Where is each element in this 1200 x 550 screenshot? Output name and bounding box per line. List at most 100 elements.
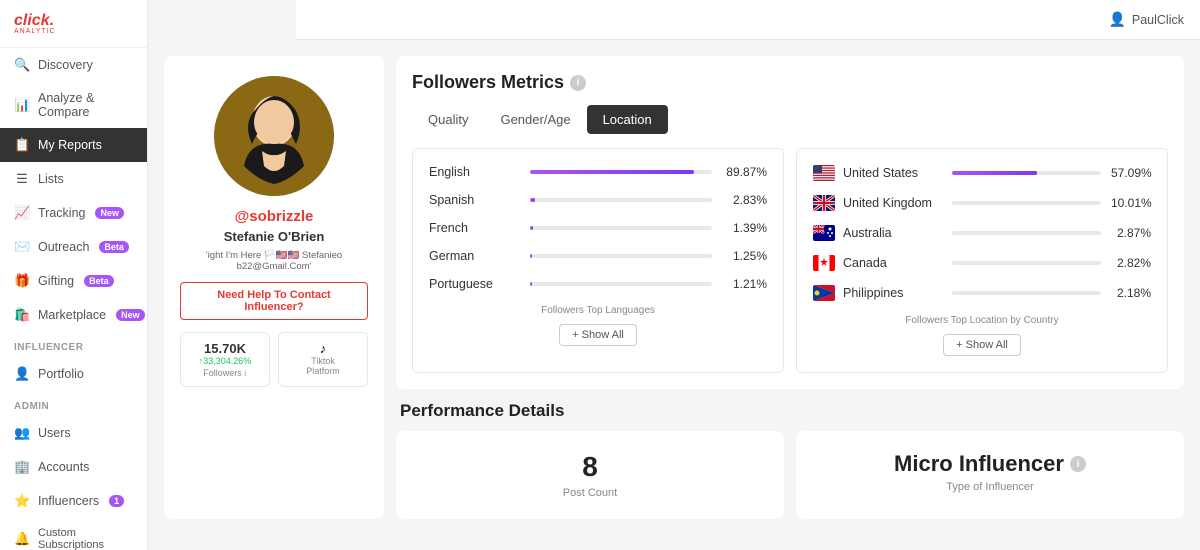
- country-value: 2.87%: [1111, 226, 1151, 240]
- followers-label: Followers ℹ: [187, 368, 263, 378]
- lang-bar: [530, 198, 535, 202]
- country-row-uk: United Kingdom 10.01%: [813, 195, 1151, 211]
- country-row-ph: Philippines 2.18%: [813, 285, 1151, 301]
- sidebar-item-label: Custom Subscriptions: [38, 527, 133, 550]
- country-bar-wrap: [952, 201, 1101, 205]
- marketplace-badge: New: [116, 309, 145, 321]
- sidebar-item-analyze[interactable]: 📊 Analyze & Compare: [0, 82, 147, 128]
- languages-panel: English 89.87% Spanish: [412, 148, 784, 373]
- users-icon: 👥: [14, 425, 30, 441]
- contact-button[interactable]: Need Help To Contact Influencer?: [180, 282, 368, 320]
- tab-quality[interactable]: Quality: [412, 105, 484, 134]
- lang-bar-wrap: [530, 170, 712, 174]
- sidebar-item-label: Analyze & Compare: [38, 91, 133, 119]
- user-icon: 👤: [1108, 11, 1125, 28]
- sidebar-item-influencers[interactable]: ⭐ Influencers 1: [0, 484, 147, 518]
- lang-label: French: [429, 221, 520, 235]
- sidebar-item-portfolio[interactable]: 👤 Portfolio: [0, 357, 147, 391]
- username: PaulClick: [1132, 13, 1184, 27]
- reports-icon: 📋: [14, 137, 30, 153]
- influencer-type-card: Micro Influencer i Type of Influencer: [796, 431, 1184, 519]
- sidebar-item-label: Marketplace: [38, 308, 106, 322]
- flag-uk: [813, 195, 835, 211]
- tab-gender-age[interactable]: Gender/Age: [484, 105, 586, 134]
- followers-stat: 15.70K ↑33,304.26% Followers ℹ: [180, 332, 270, 387]
- sidebar-item-label: Gifting: [38, 274, 74, 288]
- marketplace-icon: 🛍️: [14, 307, 30, 323]
- logo: click. ANALYTIC: [0, 0, 147, 48]
- followers-change: ↑33,304.26%: [187, 356, 263, 366]
- metrics-tabs: Quality Gender/Age Location: [412, 105, 1168, 134]
- country-name: United States: [843, 166, 942, 180]
- lang-value: 2.83%: [722, 193, 767, 207]
- sidebar-item-discovery[interactable]: 🔍 Discovery: [0, 48, 147, 82]
- country-row-ca: Canada 2.82%: [813, 255, 1151, 271]
- main-content: @sobrizzle Stefanie O'Brien 'ight I'm He…: [148, 0, 1200, 535]
- profile-name: Stefanie O'Brien: [224, 229, 325, 244]
- flag-ph: [813, 285, 835, 301]
- avatar: [214, 76, 334, 196]
- lang-bar: [530, 170, 694, 174]
- sidebar-item-label: Discovery: [38, 58, 93, 72]
- lang-row-english: English 89.87%: [429, 165, 767, 179]
- influencer-section-label: INFLUENCER: [0, 332, 147, 357]
- sidebar-item-gifting[interactable]: 🎁 Gifting Beta: [0, 264, 147, 298]
- lang-bar: [530, 282, 532, 286]
- lang-value: 1.21%: [722, 277, 767, 291]
- followers-metrics-title: Followers Metrics i: [412, 72, 1168, 93]
- lang-label: Portuguese: [429, 277, 520, 291]
- show-all-languages-btn[interactable]: + Show All: [559, 324, 637, 346]
- countries-panel: United States 57.09%: [796, 148, 1168, 373]
- lang-bar-wrap: [530, 198, 712, 202]
- country-name: United Kingdom: [843, 196, 942, 210]
- sidebar-item-label: Influencers: [38, 494, 99, 508]
- lang-label: English: [429, 165, 520, 179]
- lang-row-spanish: Spanish 2.83%: [429, 193, 767, 207]
- profile-card: @sobrizzle Stefanie O'Brien 'ight I'm He…: [164, 56, 384, 519]
- country-bar: [952, 201, 967, 205]
- followers-value: 15.70K: [187, 341, 263, 356]
- influencer-type-info-icon: i: [1070, 456, 1086, 472]
- country-value: 10.01%: [1111, 196, 1151, 210]
- lang-bar: [530, 254, 532, 258]
- lists-icon: ☰: [14, 171, 30, 187]
- user-menu[interactable]: 👤 PaulClick: [1108, 11, 1184, 28]
- lang-label: Spanish: [429, 193, 520, 207]
- sidebar-item-outreach[interactable]: ✉️ Outreach Beta: [0, 230, 147, 264]
- country-value: 2.82%: [1111, 256, 1151, 270]
- sidebar-item-lists[interactable]: ☰ Lists: [0, 162, 147, 196]
- tab-location[interactable]: Location: [587, 105, 668, 134]
- sidebar-item-label: My Reports: [38, 138, 102, 152]
- metrics-content: English 89.87% Spanish: [412, 148, 1168, 373]
- logo-sub: ANALYTIC: [14, 28, 56, 35]
- sidebar-item-custom-subs[interactable]: 🔔 Custom Subscriptions: [0, 518, 147, 550]
- lang-bar-wrap: [530, 282, 712, 286]
- post-count-card: 8 Post Count: [396, 431, 784, 519]
- sidebar-item-users[interactable]: 👥 Users: [0, 416, 147, 450]
- sidebar-item-tracking[interactable]: 📈 Tracking New: [0, 196, 147, 230]
- platform-label: Tiktok: [285, 356, 361, 366]
- influencers-icon: ⭐: [14, 493, 30, 509]
- platform-sub-label: Platform: [285, 366, 361, 376]
- sidebar-item-accounts[interactable]: 🏢 Accounts: [0, 450, 147, 484]
- flag-us: [813, 165, 835, 181]
- flag-ca: [813, 255, 835, 271]
- topbar: 👤 PaulClick: [296, 0, 1200, 40]
- country-name: Philippines: [843, 286, 942, 300]
- sidebar-item-marketplace[interactable]: 🛍️ Marketplace New: [0, 298, 147, 332]
- country-bar: [952, 171, 1037, 175]
- sidebar-item-label: Accounts: [38, 460, 89, 474]
- show-all-countries-btn[interactable]: + Show All: [943, 334, 1021, 356]
- country-bar: [952, 261, 956, 265]
- influencer-type-value: Micro Influencer: [894, 451, 1064, 477]
- profile-bio: 'ight I'm Here 🏳️🇺🇸🇺🇸 Stefanieo b22@Gmai…: [180, 250, 368, 272]
- sidebar-item-my-reports[interactable]: 📋 My Reports: [0, 128, 147, 162]
- followers-metrics-section: Followers Metrics i Quality Gender/Age L…: [396, 56, 1184, 389]
- lang-row-german: German 1.25%: [429, 249, 767, 263]
- country-bar-wrap: [952, 231, 1101, 235]
- lang-value: 1.39%: [722, 221, 767, 235]
- country-name: Australia: [843, 226, 942, 240]
- country-bar: [952, 291, 955, 295]
- analyze-icon: 📊: [14, 97, 30, 113]
- sidebar-item-label: Portfolio: [38, 367, 84, 381]
